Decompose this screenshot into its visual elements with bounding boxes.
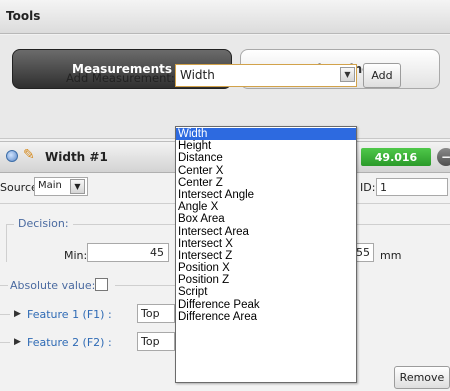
dropdown-option-angle-x[interactable]: Angle X xyxy=(176,201,356,213)
divider xyxy=(0,285,8,286)
min-field[interactable]: 45 xyxy=(87,243,169,262)
min-label: Min: xyxy=(64,249,88,262)
add-measurement-label: Add Measurement: xyxy=(66,71,175,85)
result-value-badge: 49.016 xyxy=(361,148,431,166)
remove-circle-icon[interactable]: − xyxy=(437,148,450,166)
absolute-value-checkbox[interactable] xyxy=(95,278,108,291)
dropdown-option-box-area[interactable]: Box Area xyxy=(176,213,356,225)
measurement-type-dropdown: Width Height Distance Center X Center Z … xyxy=(175,126,357,383)
measurement-type-select[interactable]: Width xyxy=(175,64,357,87)
dropdown-option-center-x[interactable]: Center X xyxy=(176,165,356,177)
id-label: ID: xyxy=(360,181,376,194)
feature-2-label[interactable]: Feature 2 (F2) : xyxy=(27,336,112,349)
dropdown-option-intersect-z[interactable]: Intersect Z xyxy=(176,250,356,262)
feature-2-select[interactable]: Top xyxy=(137,332,175,351)
id-field[interactable]: 1 xyxy=(376,178,448,196)
feature-1-select[interactable]: Top xyxy=(137,304,175,323)
absolute-value-label: Absolute value: xyxy=(10,279,96,292)
expand-arrow-icon[interactable]: ▶ xyxy=(14,309,21,319)
dropdown-option-position-z[interactable]: Position Z xyxy=(176,274,356,286)
dropdown-option-difference-peak[interactable]: Difference Peak xyxy=(176,299,356,311)
dropdown-option-position-x[interactable]: Position X xyxy=(176,262,356,274)
decision-label: Decision: xyxy=(14,217,73,230)
dropdown-option-intersect-area[interactable]: Intersect Area xyxy=(176,226,356,238)
dropdown-option-center-z[interactable]: Center Z xyxy=(176,177,356,189)
dropdown-option-difference-area[interactable]: Difference Area xyxy=(176,311,356,323)
dropdown-option-intersect-x[interactable]: Intersect X xyxy=(176,238,356,250)
dropdown-option-intersect-angle[interactable]: Intersect Angle xyxy=(176,189,356,201)
radio-icon[interactable] xyxy=(6,150,18,162)
dropdown-option-width[interactable]: Width xyxy=(176,128,356,141)
dropdown-option-height[interactable]: Height xyxy=(176,140,356,152)
chevron-down-icon[interactable]: ▼ xyxy=(70,179,85,194)
divider xyxy=(0,314,10,315)
dropdown-option-script[interactable]: Script xyxy=(176,286,356,298)
divider xyxy=(115,285,175,286)
pencil-icon[interactable]: ✎ xyxy=(23,147,35,163)
dropdown-option-distance[interactable]: Distance xyxy=(176,152,356,164)
unit-label: mm xyxy=(380,249,402,262)
tools-header xyxy=(0,0,450,34)
measurement-title: Width #1 xyxy=(45,150,108,164)
remove-button[interactable]: Remove xyxy=(394,366,450,389)
feature-1-label[interactable]: Feature 1 (F1) : xyxy=(27,308,112,321)
divider xyxy=(0,342,10,343)
add-button[interactable]: Add xyxy=(363,63,401,88)
tools-title: Tools xyxy=(6,9,41,23)
expand-arrow-icon[interactable]: ▶ xyxy=(14,337,21,347)
chevron-down-icon[interactable]: ▼ xyxy=(340,67,355,82)
